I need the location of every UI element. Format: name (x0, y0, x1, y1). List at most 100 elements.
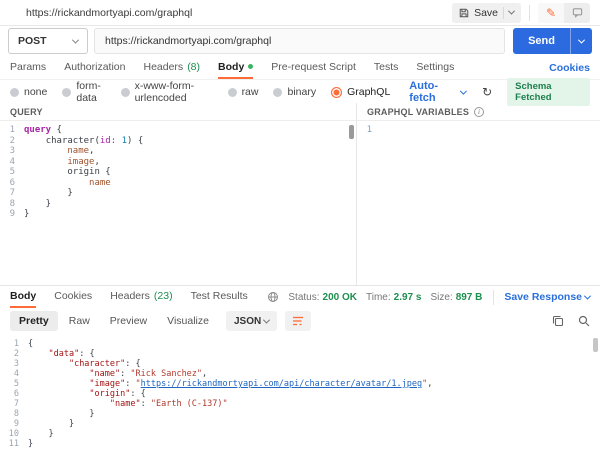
url-input-value: https://rickandmortyapi.com/graphql (105, 35, 271, 47)
code-text: query { (24, 125, 62, 136)
tab-label: Authorization (64, 61, 125, 73)
code-line: 6 "origin": { (0, 389, 600, 399)
query-panel: QUERY 1query {2 character(id: 1) {3 name… (0, 103, 357, 285)
response-link[interactable]: https://rickandmortyapi.com/api/characte… (141, 379, 422, 389)
response-tabs: Body Cookies Headers(23) Test Results (10, 286, 266, 308)
radio-icon (10, 88, 19, 97)
view-tab-visualize[interactable]: Visualize (158, 311, 218, 331)
code-line: 1query { (0, 125, 356, 136)
response-body-viewer[interactable]: 1{2 "data": {3 "character": {4 "name": "… (0, 334, 600, 450)
tab-label: Pre-request Script (271, 61, 356, 73)
copy-response-button[interactable] (552, 315, 564, 327)
body-mode-x-www-form-urlencoded[interactable]: x-www-form-urlencoded (121, 80, 213, 104)
size-badge[interactable]: Size: 897 B (430, 292, 482, 303)
line-number: 8 (0, 409, 28, 419)
body-mode-row: none form-data x-www-form-urlencoded raw bin… (0, 81, 600, 103)
body-mode-graphql[interactable]: GraphQL (331, 86, 390, 98)
tab-count-badge: (8) (187, 61, 200, 73)
body-mode-raw[interactable]: raw (228, 86, 259, 98)
variables-panel-label: GRAPHQL VARIABLES i (357, 103, 600, 121)
code-text: "name": "Earth (C-137)" (28, 399, 228, 409)
body-mode-label: raw (242, 86, 259, 98)
code-text: "origin": { (28, 389, 146, 399)
tab-authorization[interactable]: Authorization (64, 56, 125, 79)
tab-settings[interactable]: Settings (416, 56, 454, 79)
chevron-down-icon (263, 316, 270, 323)
body-mode-label: x-www-form-urlencoded (135, 80, 213, 104)
line-number: 2 (0, 349, 28, 359)
cookies-link[interactable]: Cookies (549, 62, 590, 74)
save-options-chevron-icon[interactable] (508, 8, 515, 15)
view-tab-preview[interactable]: Preview (101, 311, 156, 331)
send-button[interactable]: Send (513, 28, 592, 54)
format-select-value: JSON (234, 316, 261, 327)
tab-count-badge: (23) (154, 290, 173, 302)
body-mode-label: GraphQL (347, 86, 390, 98)
code-line: 1 (357, 125, 600, 136)
tab-tests[interactable]: Tests (374, 56, 399, 79)
tab-label: Body (10, 290, 36, 302)
request-url-row: POST https://rickandmortyapi.com/graphql… (0, 26, 600, 56)
time-badge[interactable]: Time: 2.97 s (366, 292, 421, 303)
send-options-chevron-icon[interactable] (570, 28, 592, 54)
network-icon[interactable] (267, 291, 279, 303)
view-tab-pretty[interactable]: Pretty (10, 311, 58, 331)
code-line: 4 "name": "Rick Sanchez", (0, 369, 600, 379)
body-mode-form-data[interactable]: form-data (62, 80, 105, 104)
response-view-toolbar: PrettyRawPreviewVisualize JSON (0, 308, 600, 334)
tab-body[interactable]: Body (218, 56, 253, 79)
search-response-button[interactable] (578, 315, 590, 327)
code-text: character(id: 1) { (24, 136, 143, 147)
auto-fetch-select[interactable]: Auto-fetch (409, 80, 465, 104)
wrap-lines-button[interactable] (285, 311, 311, 331)
line-number: 5 (0, 379, 28, 389)
code-text: name, (24, 146, 94, 157)
code-line: 3 "character": { (0, 359, 600, 369)
auto-fetch-label: Auto-fetch (409, 80, 457, 104)
code-line: 7 "name": "Earth (C-137)" (0, 399, 600, 409)
response-tab-body[interactable]: Body (10, 286, 36, 308)
edit-request-button[interactable]: ✎ (538, 3, 564, 23)
code-line: 8 } (0, 199, 356, 210)
method-select[interactable]: POST (8, 28, 88, 54)
variables-editor[interactable]: 1 (357, 121, 600, 285)
code-line: 9 } (0, 419, 600, 429)
body-mode-label: form-data (76, 80, 105, 104)
body-mode-binary[interactable]: binary (273, 86, 316, 98)
variables-panel: GRAPHQL VARIABLES i 1 (357, 103, 600, 285)
tab-headers[interactable]: Headers(8) (143, 56, 200, 79)
request-tab-title[interactable]: https://rickandmortyapi.com/graphql (26, 7, 192, 19)
url-input[interactable]: https://rickandmortyapi.com/graphql (94, 28, 505, 54)
code-text: } (28, 409, 95, 419)
body-mode-label: binary (287, 86, 316, 98)
code-line: 11} (0, 439, 600, 449)
code-line: 1{ (0, 339, 600, 349)
response-tab-cookies[interactable]: Cookies (54, 286, 92, 308)
refresh-schema-icon[interactable]: ↻ (482, 85, 492, 99)
save-response-button[interactable]: Save Response (493, 290, 590, 305)
save-button[interactable]: Save (452, 3, 521, 23)
format-select[interactable]: JSON (226, 311, 277, 331)
line-number: 11 (0, 439, 28, 449)
query-editor[interactable]: 1query {2 character(id: 1) {3 name,4 ima… (0, 121, 356, 285)
comments-button[interactable] (564, 3, 590, 23)
code-text: } (24, 209, 29, 220)
line-number: 8 (0, 199, 24, 210)
body-mode-none[interactable]: none (10, 86, 47, 98)
response-tab-test-results[interactable]: Test Results (191, 286, 248, 308)
line-number: 9 (0, 209, 24, 220)
tab-label: Settings (416, 61, 454, 73)
tab-params[interactable]: Params (10, 56, 46, 79)
info-icon: i (474, 107, 484, 117)
status-badge[interactable]: Status: 200 OK (288, 292, 357, 303)
response-tab-headers[interactable]: Headers(23) (110, 286, 172, 308)
line-number: 3 (0, 146, 24, 157)
response-scrollbar[interactable] (593, 338, 598, 352)
tab-label: Test Results (191, 290, 248, 302)
tab-pre-request-script[interactable]: Pre-request Script (271, 56, 356, 79)
code-text: } (28, 429, 54, 439)
code-text: "character": { (28, 359, 141, 369)
view-tab-raw[interactable]: Raw (60, 311, 99, 331)
code-text: "data": { (28, 349, 95, 359)
query-scrollbar[interactable] (349, 125, 354, 139)
